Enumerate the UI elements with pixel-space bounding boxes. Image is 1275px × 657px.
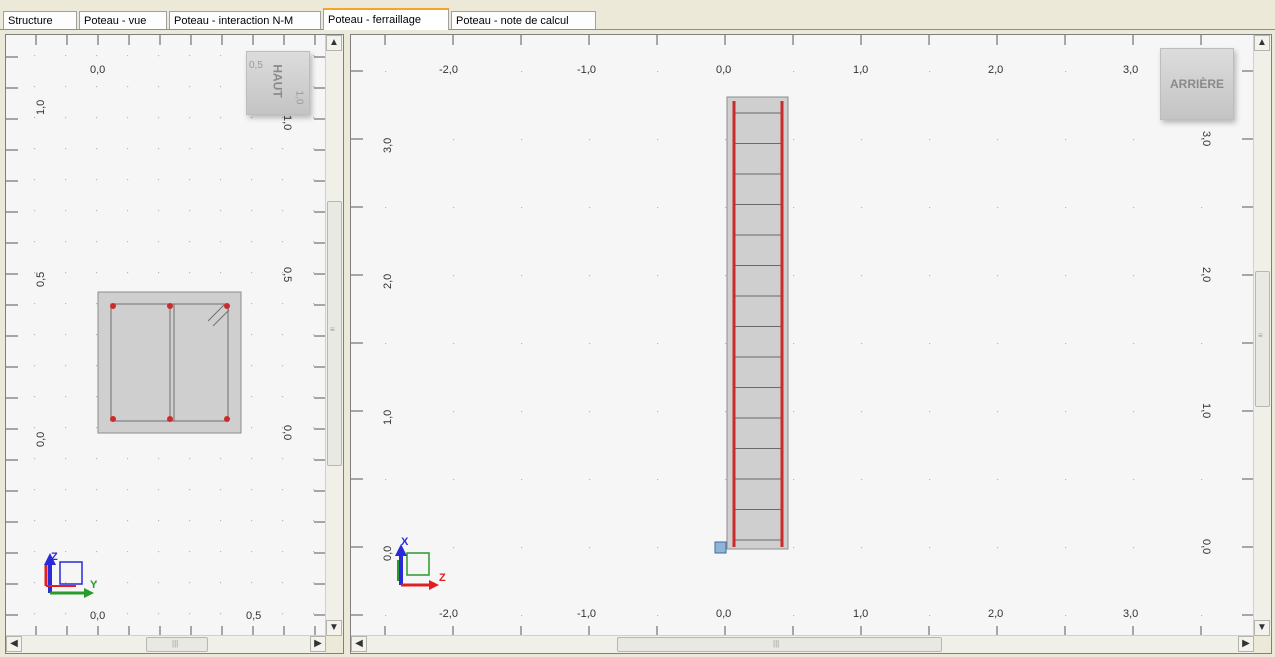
tab-structure[interactable]: Structure bbox=[3, 11, 77, 29]
left-tick-label: 2,0 bbox=[382, 274, 394, 289]
bottom-tick-label: 3,0 bbox=[1123, 608, 1138, 620]
tab-poteau-interaction[interactable]: Poteau - interaction N-M bbox=[169, 11, 321, 29]
tab-bar: Structure Poteau - vue Poteau - interact… bbox=[0, 0, 1275, 30]
right-tick-label: 0,5 bbox=[281, 267, 293, 282]
right-tick-label: 0,0 bbox=[1200, 539, 1212, 554]
right-tick-label: 1,0 bbox=[1200, 403, 1212, 418]
axis-y-label: Y bbox=[90, 579, 98, 591]
left-tick-label: 0,5 bbox=[35, 272, 47, 287]
bottom-tick-label: 0,5 bbox=[246, 610, 261, 622]
right-tick-label: 0,0 bbox=[281, 425, 293, 440]
horizontal-scrollbar[interactable]: ◀ ||| ▶ bbox=[351, 635, 1254, 653]
rebar[interactable] bbox=[110, 303, 116, 309]
column-elevation[interactable] bbox=[726, 96, 789, 550]
top-tick-label: 1,0 bbox=[853, 64, 868, 76]
bottom-tick-label: -2,0 bbox=[439, 608, 458, 620]
view-cube-label: HAUT bbox=[270, 64, 285, 98]
scroll-down-button[interactable]: ▼ bbox=[1254, 620, 1270, 636]
tab-poteau-ferraillage[interactable]: Poteau - ferraillage bbox=[323, 8, 449, 30]
view-cube-arriere[interactable]: ARRIÈRE bbox=[1160, 48, 1234, 120]
axis-triad: X Z bbox=[395, 536, 446, 590]
top-tick-label: 2,0 bbox=[988, 64, 1003, 76]
grid-dots bbox=[385, 71, 1203, 617]
scroll-grip: ||| bbox=[172, 639, 179, 648]
scroll-corner bbox=[326, 636, 343, 653]
axis-z-label: Z bbox=[439, 572, 446, 584]
top-tick-label: -2,0 bbox=[439, 64, 458, 76]
top-tick-label: 3,0 bbox=[1123, 64, 1138, 76]
top-tick-label: 0,0 bbox=[716, 64, 731, 76]
top-tick-label: 0,0 bbox=[90, 64, 105, 76]
left-tick-label: 1,0 bbox=[382, 410, 394, 425]
right-tick-label: 2,0 bbox=[1200, 267, 1212, 282]
bottom-tick-label: 2,0 bbox=[988, 608, 1003, 620]
left-tick-label: 3,0 bbox=[382, 138, 394, 153]
ruler-ticks bbox=[351, 35, 1254, 636]
view-cube-side-label: 0,5 bbox=[249, 60, 263, 71]
top-tick-label: -1,0 bbox=[577, 64, 596, 76]
tab-poteau-vue[interactable]: Poteau - vue bbox=[79, 11, 167, 29]
bottom-tick-label: -1,0 bbox=[577, 608, 596, 620]
scroll-up-button[interactable]: ▲ bbox=[326, 35, 342, 51]
rebar[interactable] bbox=[167, 303, 173, 309]
vertical-scrollbar[interactable]: ▲ ≡ ▼ bbox=[325, 35, 343, 636]
view-cube-label: ARRIÈRE bbox=[1169, 77, 1224, 91]
scroll-up-button[interactable]: ▲ bbox=[1254, 35, 1270, 51]
section-canvas: 0,0 0,0 0,5 1,0 0,5 0,0 1,0 0,5 0,0 Z Y bbox=[6, 35, 326, 636]
left-tick-label: 1,0 bbox=[35, 100, 47, 115]
view-cube-haut[interactable]: 0,5 HAUT 1,0 bbox=[246, 51, 310, 115]
bottom-tick-label: 1,0 bbox=[853, 608, 868, 620]
support-node[interactable] bbox=[714, 541, 727, 554]
right-elevation-view[interactable]: -2,0 -1,0 0,0 1,0 2,0 3,0 -2,0 -1,0 0,0 … bbox=[350, 34, 1272, 654]
rebar[interactable] bbox=[224, 416, 230, 422]
axis-triad: Z Y bbox=[44, 551, 98, 598]
scroll-thumb[interactable] bbox=[617, 637, 942, 652]
scroll-grip: ||| bbox=[773, 639, 780, 648]
scroll-down-button[interactable]: ▼ bbox=[326, 620, 342, 636]
horizontal-scrollbar[interactable]: ◀ ||| ▶ bbox=[6, 635, 326, 653]
right-tick-label: 3,0 bbox=[1200, 131, 1212, 146]
vertical-scrollbar[interactable]: ▲ ≡ ▼ bbox=[1253, 35, 1271, 636]
bottom-tick-label: 0,0 bbox=[90, 610, 105, 622]
scroll-grip: ≡ bbox=[1258, 331, 1263, 340]
axis-x-label: X bbox=[401, 536, 409, 548]
right-tick-label: 1,0 bbox=[281, 115, 293, 130]
scroll-left-button[interactable]: ◀ bbox=[6, 636, 22, 652]
tab-poteau-note-de-calcul[interactable]: Poteau - note de calcul bbox=[451, 11, 596, 29]
scroll-right-button[interactable]: ▶ bbox=[1238, 636, 1254, 652]
elevation-canvas: -2,0 -1,0 0,0 1,0 2,0 3,0 -2,0 -1,0 0,0 … bbox=[351, 35, 1254, 636]
bottom-tick-label: 0,0 bbox=[716, 608, 731, 620]
scroll-left-button[interactable]: ◀ bbox=[351, 636, 367, 652]
scroll-corner bbox=[1254, 636, 1271, 653]
left-tick-label: 0,0 bbox=[382, 546, 394, 561]
scroll-grip: ≡ bbox=[330, 325, 335, 334]
left-tick-label: 0,0 bbox=[35, 432, 47, 447]
view-cube-side-label: 1,0 bbox=[293, 90, 305, 105]
rebar[interactable] bbox=[110, 416, 116, 422]
scroll-right-button[interactable]: ▶ bbox=[310, 636, 326, 652]
rebar[interactable] bbox=[224, 303, 230, 309]
rebar[interactable] bbox=[167, 416, 173, 422]
left-section-view[interactable]: 0,0 0,0 0,5 1,0 0,5 0,0 1,0 0,5 0,0 Z Y … bbox=[5, 34, 344, 654]
axis-z-label: Z bbox=[51, 551, 58, 563]
